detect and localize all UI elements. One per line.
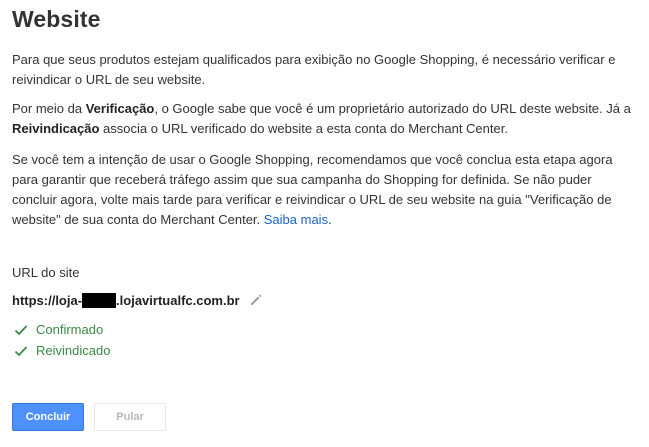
check-icon	[14, 323, 28, 337]
recommendation-paragraph: Se você tem a intenção de usar o Google …	[12, 150, 632, 230]
site-url-prefix: https://loja-	[12, 292, 83, 308]
learn-more-link[interactable]: Saiba mais	[264, 212, 328, 227]
redacted-block	[82, 292, 117, 308]
status-claimed: Reivindicado	[14, 343, 110, 358]
verification-text-1: Por meio da	[12, 101, 86, 116]
site-url-suffix: .lojavirtualfc.com.br	[116, 292, 240, 308]
skip-button[interactable]: Pular	[94, 403, 166, 431]
verification-text-2: , o Google sabe que você é um proprietár…	[154, 101, 631, 116]
status-claimed-label: Reivindicado	[36, 343, 111, 358]
claim-term: Reivindicação	[12, 121, 100, 136]
check-icon	[14, 344, 28, 358]
verification-term: Verificação	[85, 101, 155, 116]
verification-text-3: associa o URL verificado do website a es…	[99, 121, 508, 136]
page-title: Website	[12, 6, 101, 32]
intro-paragraph: Para que seus produtos estejam qualifica…	[12, 52, 616, 87]
verification-paragraph: Por meio da Verificação, o Google sabe q…	[12, 99, 632, 139]
status-confirmed-label: Confirmado	[36, 322, 104, 337]
site-url: https://loja- .lojavirtualfc.com.br	[12, 290, 263, 310]
status-confirmed: Confirmado	[14, 322, 103, 337]
site-url-label: URL do site	[12, 265, 80, 280]
recommendation-suffix: .	[328, 212, 332, 227]
finish-button[interactable]: Concluir	[12, 403, 84, 431]
pencil-icon[interactable]	[249, 293, 263, 307]
